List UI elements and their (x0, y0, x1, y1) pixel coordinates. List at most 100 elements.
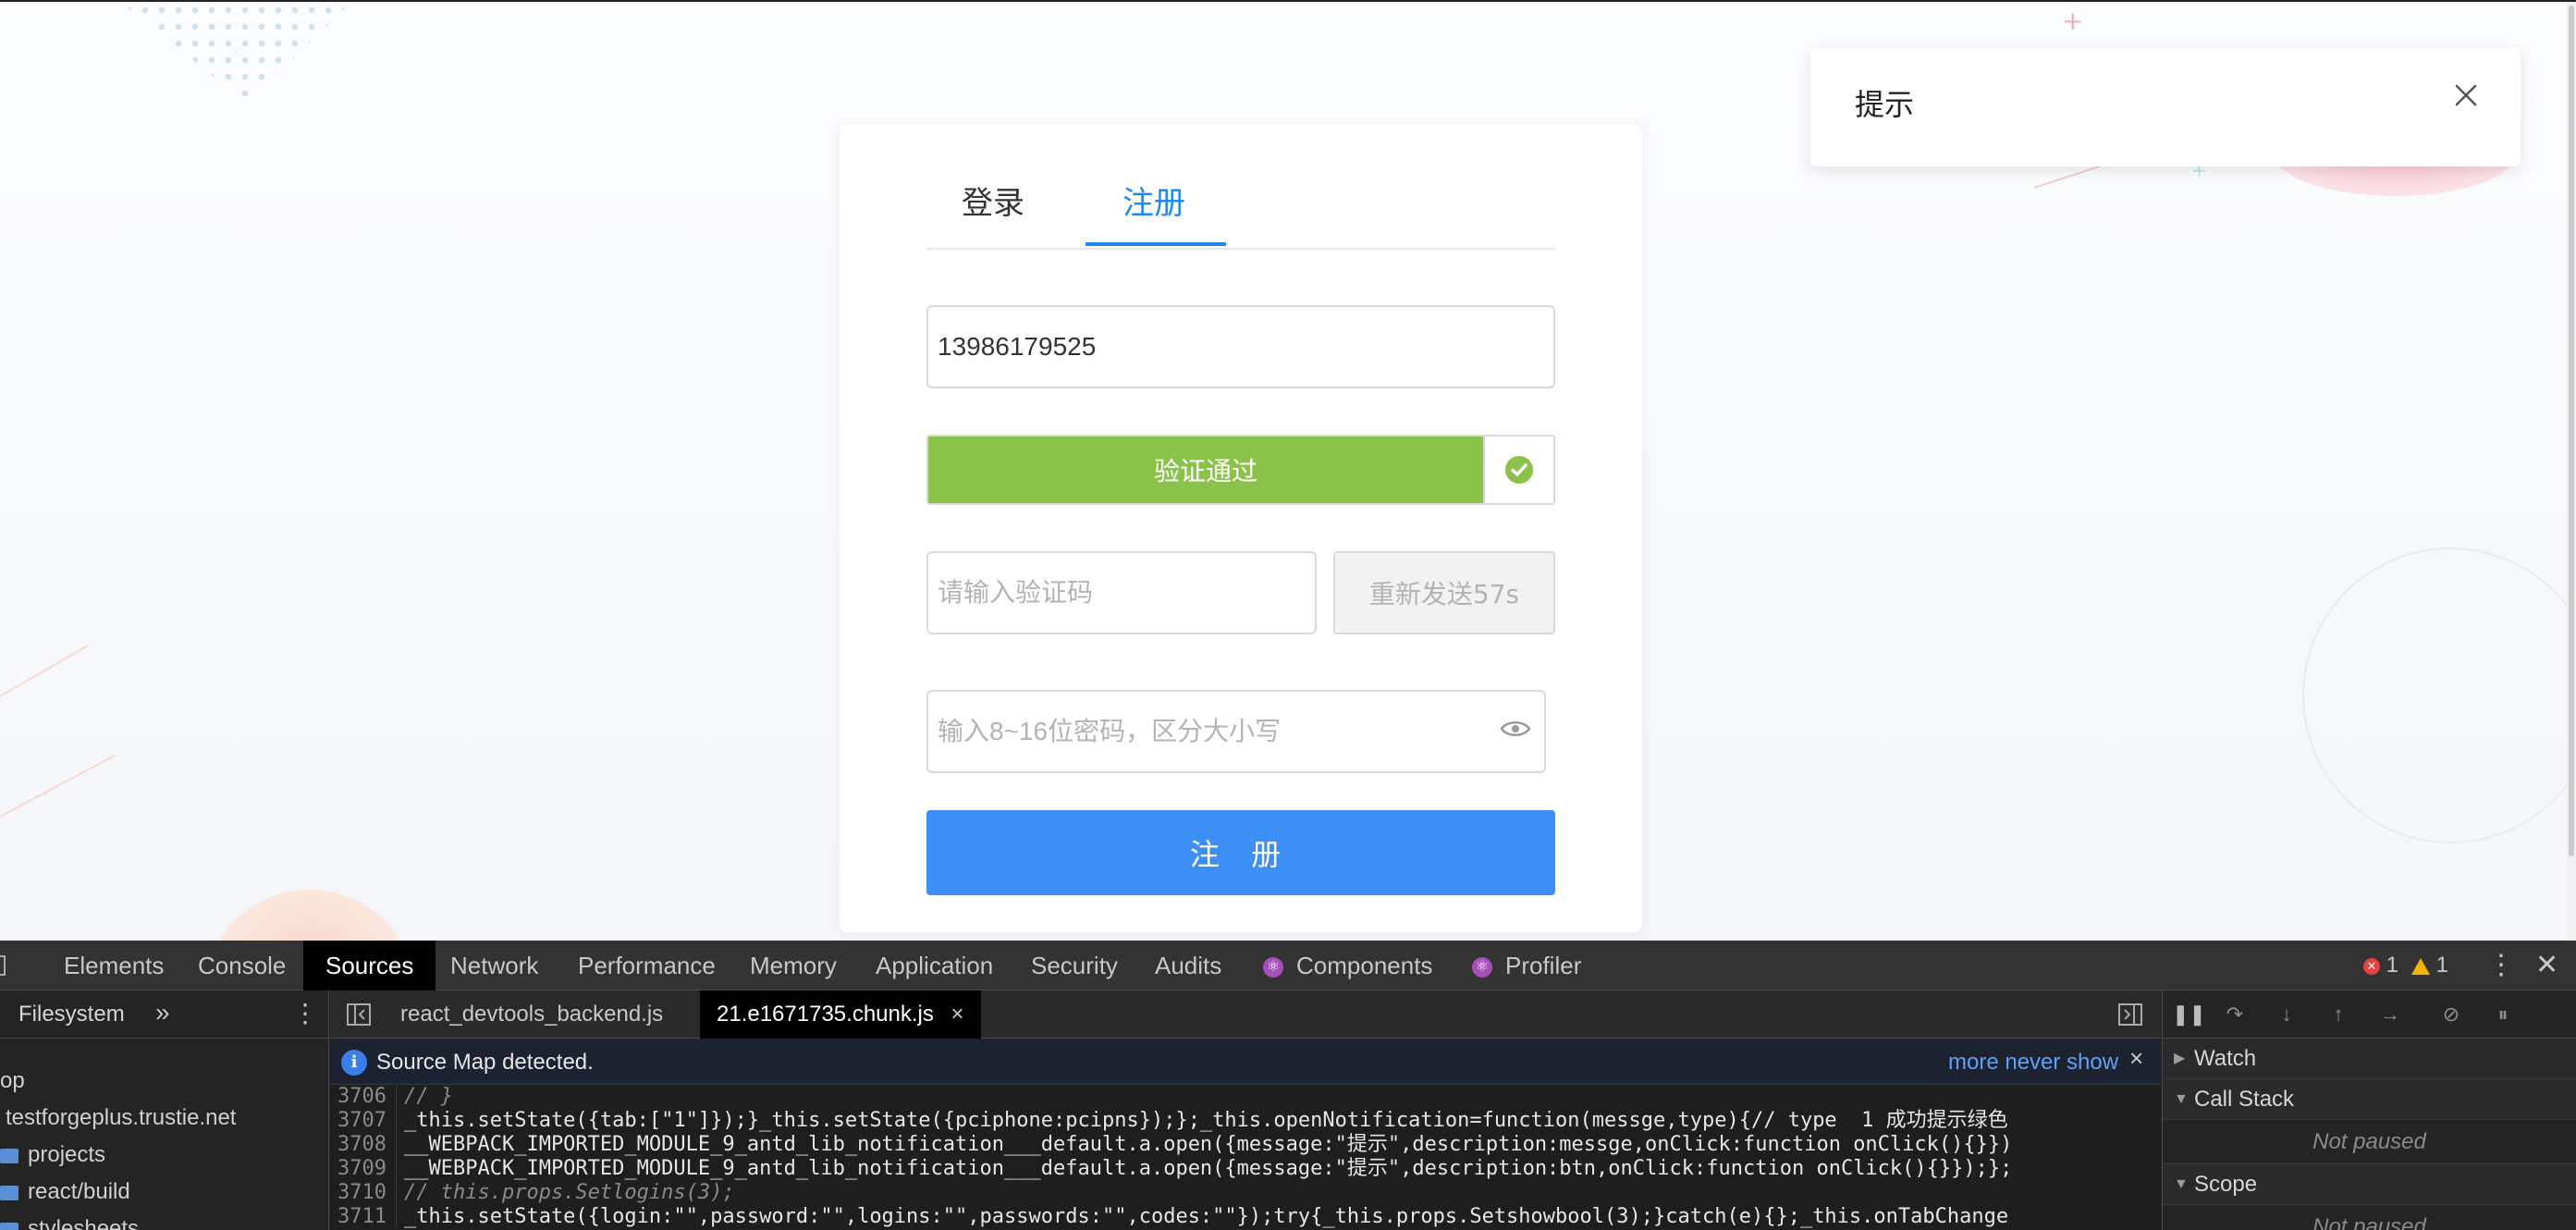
tab-elements[interactable]: Elements (42, 941, 186, 990)
code-view[interactable]: 3706 // } 3707 _this.setState({tab:["1"]});… (330, 1085, 2161, 1230)
react-icon: ⚛ (1472, 957, 1492, 978)
slider-verify-handle[interactable] (1483, 437, 1553, 503)
devtools-panel: Elements Console Sources Network Perform… (0, 941, 2576, 1230)
phone-field[interactable] (926, 305, 1555, 388)
decorative-plus: + (2062, 6, 2084, 36)
toggle-navigator-icon[interactable] (347, 1003, 371, 1026)
watch-pane-header[interactable]: ▶ Watch (2163, 1039, 2576, 1079)
deactivate-breakpoints-icon[interactable]: ⊘ (2440, 1003, 2462, 1026)
devtools-tabbar: Elements Console Sources Network Perform… (0, 941, 2576, 990)
page-scrollbar-thumb[interactable] (2569, 6, 2574, 856)
register-card: 登录 注册 验证通过 重新发送57s (840, 124, 1642, 932)
tab-components[interactable]: ⚛ Components (1241, 941, 1454, 990)
tab-network[interactable]: Network (428, 941, 560, 990)
call-stack-pane-header[interactable]: ▼ Call Stack (2163, 1079, 2576, 1120)
collapse-icon: ▼ (2174, 1091, 2189, 1107)
code-line[interactable]: 3709 __WEBPACK_IMPORTED_MODULE_9_antd_lib… (330, 1157, 2161, 1181)
tree-item-folder[interactable]: react/build (0, 1179, 130, 1205)
code-line[interactable]: 3708 __WEBPACK_IMPORTED_MODULE_9_antd_lib… (330, 1133, 2161, 1157)
code-text: _this.setState({tab:["1"]});}_this.setSt… (404, 1109, 2008, 1132)
more-tabs-icon[interactable]: » (155, 998, 170, 1027)
code-line[interactable]: 3707 _this.setState({tab:["1"]});}_this.s… (330, 1109, 2161, 1133)
tree-item-folder[interactable]: stylesheets (0, 1216, 139, 1230)
resend-code-button[interactable]: 重新发送57s (1333, 551, 1555, 634)
code-line[interactable]: 3711 _this.setState({login:"",password:""… (330, 1205, 2161, 1229)
folder-icon (0, 1185, 18, 1200)
warning-counter[interactable]: 1 (2411, 941, 2448, 990)
verification-code-input[interactable] (928, 553, 1315, 633)
scope-status: Not paused (2163, 1205, 2576, 1230)
editor-tab[interactable]: react_devtools_backend.js (384, 990, 680, 1039)
tab-security[interactable]: Security (1009, 941, 1140, 990)
tree-item-folder[interactable]: projects (0, 1142, 105, 1168)
notification-title: 提示 (1855, 87, 1915, 122)
navigator-header: Filesystem » ⋮ (0, 990, 328, 1039)
slider-verify[interactable]: 验证通过 (926, 435, 1555, 505)
close-tab-icon[interactable]: × (951, 1002, 964, 1027)
active-tab-indicator (1086, 242, 1226, 246)
tab-register[interactable]: 注册 (1122, 178, 1185, 223)
banner-message: Source Map detected. (376, 1050, 594, 1075)
tab-components-label: Components (1296, 952, 1433, 979)
code-text: // } (404, 1085, 453, 1108)
tree-item-domain[interactable]: testforgeplus.trustie.net (6, 1105, 236, 1131)
tree-item-top[interactable]: op (0, 1068, 25, 1094)
navigator-menu-icon[interactable]: ⋮ (292, 998, 318, 1028)
more-options-icon[interactable]: ⋮ (2487, 941, 2515, 990)
code-field[interactable] (926, 551, 1317, 634)
tab-application[interactable]: Application (853, 941, 1015, 990)
close-icon[interactable] (2452, 81, 2480, 109)
step-icon[interactable]: → (2379, 1003, 2401, 1026)
toggle-debugger-icon[interactable] (2118, 1003, 2142, 1026)
watch-label: Watch (2194, 1046, 2257, 1071)
register-button[interactable]: 注 册 (926, 810, 1555, 895)
tab-filesystem[interactable]: Filesystem (18, 1002, 125, 1027)
error-count: 1 (2386, 953, 2399, 978)
eye-icon[interactable] (1500, 718, 1531, 740)
folder-label: projects (28, 1142, 106, 1167)
code-text: _this.setState({login:"",password:"",log… (404, 1205, 2009, 1228)
device-toolbar-icon[interactable] (0, 955, 6, 976)
step-out-icon[interactable]: ↑ (2327, 1003, 2349, 1026)
line-number[interactable]: 3710 (330, 1181, 397, 1205)
check-circle-icon (1505, 456, 1533, 484)
line-number[interactable]: 3708 (330, 1133, 397, 1157)
debugger-sidebar: ❚❚ ↷ ↓ ↑ → ⊘ ⏸ ▶ Watch ▼ Call Stack Not pa… (2162, 990, 2576, 1230)
tab-profiler[interactable]: ⚛ Profiler (1450, 941, 1603, 990)
code-text: __WEBPACK_IMPORTED_MODULE_9_antd_lib_not… (404, 1133, 2013, 1156)
error-icon: ✕ (2363, 957, 2380, 975)
decorative-circle (2302, 547, 2576, 843)
close-banner-icon[interactable]: × (2129, 1044, 2143, 1073)
tab-login[interactable]: 登录 (962, 178, 1024, 223)
step-into-icon[interactable]: ↓ (2275, 1003, 2298, 1026)
login-page: + + 登录 注册 验证通过 重新发送57s (0, 0, 2576, 941)
editor-tab-label: 21.e1671735.chunk.js (717, 1002, 934, 1027)
tab-console[interactable]: Console (176, 941, 308, 990)
tab-memory[interactable]: Memory (728, 941, 859, 990)
tab-sources[interactable]: Sources (303, 941, 436, 990)
scope-pane-header[interactable]: ▼ Scope (2163, 1164, 2576, 1205)
code-line[interactable]: 3710 // this.props.Setlogins(3); (330, 1181, 2161, 1205)
code-line[interactable]: 3706 // } (330, 1085, 2161, 1109)
line-number[interactable]: 3709 (330, 1157, 397, 1181)
banner-link[interactable]: more never show (1948, 1050, 2118, 1076)
call-stack-status: Not paused (2163, 1120, 2576, 1164)
sources-navigator: Filesystem » ⋮ op testforgeplus.trustie.… (0, 990, 329, 1230)
step-over-icon[interactable]: ↷ (2224, 1003, 2246, 1026)
slider-verify-track: 验证通过 (928, 437, 1483, 503)
line-number[interactable]: 3706 (330, 1085, 397, 1109)
error-counter[interactable]: ✕ 1 (2363, 941, 2398, 990)
password-field[interactable] (926, 690, 1546, 773)
pause-on-exceptions-icon[interactable]: ⏸ (2492, 1003, 2514, 1026)
password-input[interactable] (928, 692, 1483, 771)
line-number[interactable]: 3711 (330, 1205, 397, 1229)
tab-audits[interactable]: Audits (1133, 941, 1244, 990)
source-map-banner: i Source Map detected. more never show × (330, 1039, 2161, 1085)
phone-input[interactable] (928, 307, 1553, 387)
close-devtools-icon[interactable]: ✕ (2535, 941, 2558, 990)
line-number[interactable]: 3707 (330, 1109, 397, 1133)
pause-icon[interactable]: ❚❚ (2172, 1003, 2206, 1026)
tab-performance[interactable]: Performance (556, 941, 738, 990)
editor-tab-active[interactable]: 21.e1671735.chunk.js × (700, 990, 981, 1039)
auth-tabs: 登录 注册 (926, 124, 1555, 250)
